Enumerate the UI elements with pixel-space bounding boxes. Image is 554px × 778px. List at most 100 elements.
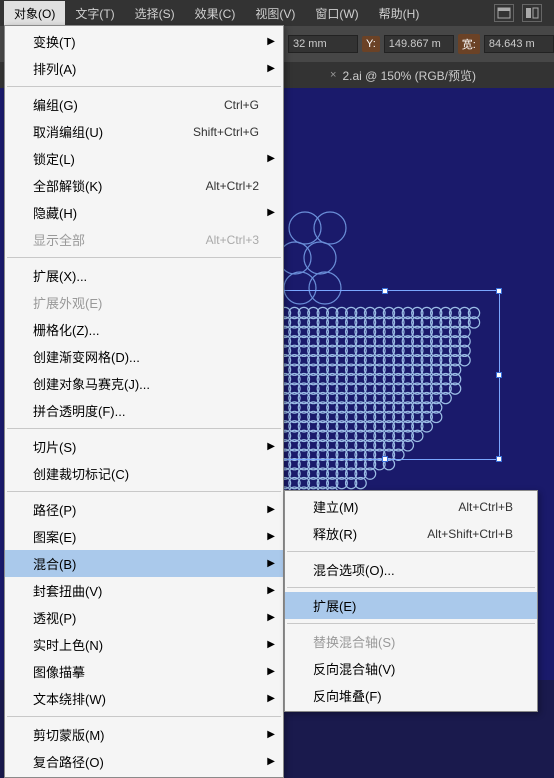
chevron-right-icon: ▶	[267, 36, 275, 47]
object-menu-item-20[interactable]: 路径(P) ▶	[5, 496, 283, 523]
chevron-right-icon: ▶	[267, 639, 275, 650]
menu-label: 变换(T)	[33, 32, 76, 51]
chevron-right-icon: ▶	[267, 729, 275, 740]
object-menu-item-18[interactable]: 创建裁切标记(C)	[5, 460, 283, 487]
chevron-right-icon: ▶	[267, 585, 275, 596]
menu-shortcut: Alt+Shift+Ctrl+B	[427, 527, 513, 541]
menu-label: 替换混合轴(S)	[313, 632, 395, 651]
menu-shortcut: Alt+Ctrl+2	[206, 179, 259, 193]
menu-label: 剪切蒙版(M)	[33, 725, 105, 744]
width-label: 宽:	[458, 34, 480, 54]
menu-label: 复合路径(O)	[33, 752, 104, 771]
menu-label: 创建渐变网格(D)...	[33, 347, 140, 366]
object-menu-item-26[interactable]: 图像描摹▶	[5, 658, 283, 685]
menu-label: 反向混合轴(V)	[313, 659, 395, 678]
menu-shortcut: Shift+Ctrl+G	[193, 125, 259, 139]
blend-submenu-item-0[interactable]: 建立(M) Alt+Ctrl+B	[285, 493, 537, 520]
object-menu-item-1[interactable]: 排列(A) ▶	[5, 55, 283, 82]
object-menu-item-27[interactable]: 文本绕排(W)▶	[5, 685, 283, 712]
object-menu-item-5[interactable]: 锁定(L)▶	[5, 145, 283, 172]
chevron-right-icon: ▶	[267, 441, 275, 452]
menu-label: 透视(P)	[33, 608, 76, 627]
y-label: Y:	[362, 36, 380, 52]
object-menu-item-8: 显示全部 Alt+Ctrl+3	[5, 226, 283, 253]
menu-label: 编组(G)	[33, 95, 78, 114]
blend-submenu: 建立(M) Alt+Ctrl+B 释放(R) Alt+Shift+Ctrl+B 混合选项…	[284, 490, 538, 712]
chevron-right-icon: ▶	[267, 504, 275, 515]
workspace-icon[interactable]	[494, 4, 514, 22]
menu-label: 全部解锁(K)	[33, 176, 102, 195]
width-input[interactable]	[484, 35, 554, 53]
blend-submenu-item-3[interactable]: 混合选项(O)...	[285, 556, 537, 583]
menu-label: 文本绕排(W)	[33, 689, 106, 708]
object-menu-item-25[interactable]: 实时上色(N) ▶	[5, 631, 283, 658]
menubar-item-object[interactable]: 对象(O)	[4, 1, 65, 26]
chevron-right-icon: ▶	[267, 207, 275, 218]
menubar-item-help[interactable]: 帮助(H)	[369, 1, 430, 26]
menubar-item-view[interactable]: 视图(V)	[245, 1, 305, 26]
tab-title: 2.ai @ 150% (RGB/预览)	[342, 67, 476, 84]
menu-shortcut: Ctrl+G	[224, 98, 259, 112]
object-menu-item-22[interactable]: 混合(B) ▶	[5, 550, 283, 577]
object-menu-item-17[interactable]: 切片(S) ▶	[5, 433, 283, 460]
document-tab[interactable]: × 2.ai @ 150% (RGB/预览)	[320, 63, 486, 88]
selection-bounds	[270, 290, 500, 460]
blend-submenu-item-5[interactable]: 扩展(E)	[285, 592, 537, 619]
menu-label: 切片(S)	[33, 437, 76, 456]
menu-shortcut: Alt+Ctrl+3	[206, 233, 259, 247]
chevron-right-icon: ▶	[267, 558, 275, 569]
menu-label: 创建对象马赛克(J)...	[33, 374, 150, 393]
object-menu-item-30[interactable]: 复合路径(O) ▶	[5, 748, 283, 775]
menu-label: 显示全部	[33, 230, 85, 249]
menu-label: 释放(R)	[313, 524, 357, 543]
blend-submenu-item-9[interactable]: 反向堆叠(F)	[285, 682, 537, 709]
object-menu-item-10[interactable]: 扩展(X)...	[5, 262, 283, 289]
menu-label: 实时上色(N)	[33, 635, 103, 654]
chevron-right-icon: ▶	[267, 756, 275, 767]
chevron-right-icon: ▶	[267, 612, 275, 623]
object-menu-item-14[interactable]: 创建对象马赛克(J)...	[5, 370, 283, 397]
object-menu: 变换(T) ▶ 排列(A) ▶ 编组(G) Ctrl+G 取消编组(U) Shift+Ctrl…	[4, 25, 284, 778]
menu-label: 拼合透明度(F)...	[33, 401, 125, 420]
object-menu-item-3[interactable]: 编组(G) Ctrl+G	[5, 91, 283, 118]
menu-label: 扩展外观(E)	[33, 293, 102, 312]
object-menu-item-12[interactable]: 栅格化(Z)...	[5, 316, 283, 343]
object-menu-item-4[interactable]: 取消编组(U) Shift+Ctrl+G	[5, 118, 283, 145]
menu-label: 混合(B)	[33, 554, 76, 573]
object-menu-item-21[interactable]: 图案(E) ▶	[5, 523, 283, 550]
menu-label: 建立(M)	[313, 497, 359, 516]
blend-submenu-item-7: 替换混合轴(S)	[285, 628, 537, 655]
menu-label: 路径(P)	[33, 500, 76, 519]
menubar-item-select[interactable]: 选择(S)	[125, 1, 185, 26]
chevron-right-icon: ▶	[267, 63, 275, 74]
menu-label: 图像描摹	[33, 662, 85, 681]
object-menu-item-0[interactable]: 变换(T) ▶	[5, 28, 283, 55]
menu-label: 取消编组(U)	[33, 122, 103, 141]
blend-submenu-item-1[interactable]: 释放(R) Alt+Shift+Ctrl+B	[285, 520, 537, 547]
menu-label: 扩展(X)...	[33, 266, 87, 285]
object-menu-item-11: 扩展外观(E)	[5, 289, 283, 316]
object-menu-item-6[interactable]: 全部解锁(K) Alt+Ctrl+2	[5, 172, 283, 199]
menu-label: 排列(A)	[33, 59, 76, 78]
object-menu-item-13[interactable]: 创建渐变网格(D)...	[5, 343, 283, 370]
y-input[interactable]	[384, 35, 454, 53]
x-value[interactable]: 32 mm	[288, 35, 358, 53]
object-menu-item-7[interactable]: 隐藏(H) ▶	[5, 199, 283, 226]
menubar: 对象(O) 文字(T) 选择(S) 效果(C) 视图(V) 窗口(W) 帮助(H…	[0, 0, 554, 26]
close-icon[interactable]: ×	[330, 69, 336, 81]
menu-shortcut: Alt+Ctrl+B	[458, 500, 513, 514]
arrange-icon[interactable]	[522, 4, 542, 22]
menu-label: 图案(E)	[33, 527, 76, 546]
menu-label: 隐藏(H)	[33, 203, 77, 222]
object-menu-item-24[interactable]: 透视(P) ▶	[5, 604, 283, 631]
blend-submenu-item-8[interactable]: 反向混合轴(V)	[285, 655, 537, 682]
menu-label: 锁定(L)	[33, 149, 75, 168]
chevron-right-icon: ▶	[267, 531, 275, 542]
menubar-item-window[interactable]: 窗口(W)	[305, 1, 368, 26]
object-menu-item-23[interactable]: 封套扭曲(V)▶	[5, 577, 283, 604]
menubar-item-effect[interactable]: 效果(C)	[185, 1, 246, 26]
menu-label: 栅格化(Z)...	[33, 320, 99, 339]
menubar-item-text[interactable]: 文字(T)	[65, 1, 124, 26]
object-menu-item-29[interactable]: 剪切蒙版(M) ▶	[5, 721, 283, 748]
object-menu-item-15[interactable]: 拼合透明度(F)...	[5, 397, 283, 424]
